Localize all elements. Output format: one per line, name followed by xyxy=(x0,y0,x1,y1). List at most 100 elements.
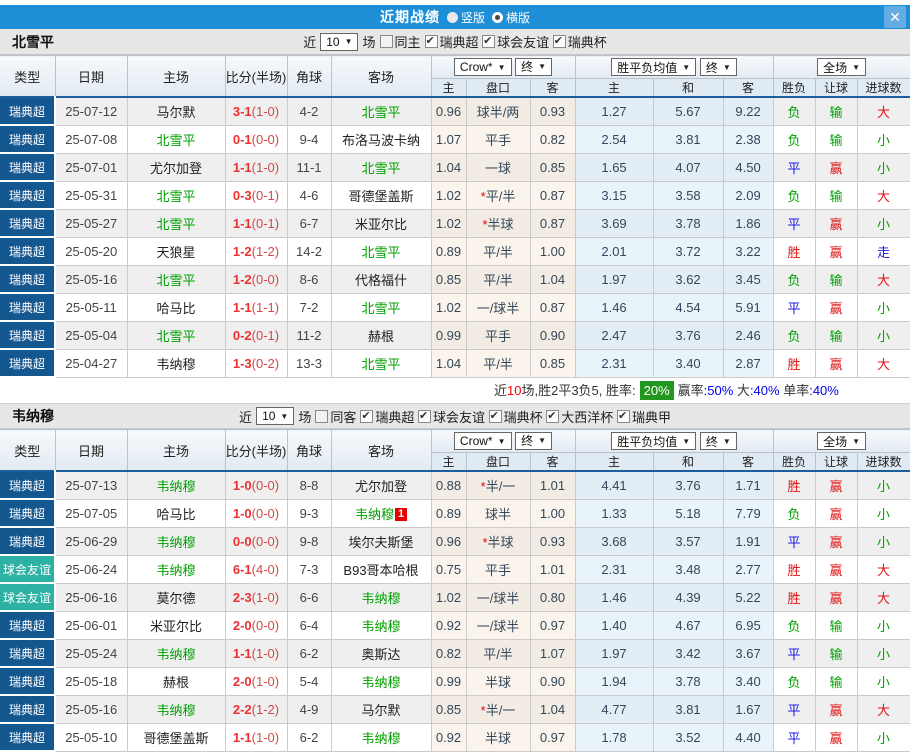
league-label: 瑞典超 xyxy=(375,409,415,425)
same-venue-checkbox-option[interactable]: 同客 xyxy=(315,407,356,426)
close-icon[interactable]: ✕ xyxy=(884,6,906,28)
odds-away: 0.87 xyxy=(529,292,576,322)
title-bar: 近期战绩 竖版 横版 ✕ xyxy=(0,5,910,29)
halftime-score: (1-0) xyxy=(251,589,280,605)
away-team-name: 赫根 xyxy=(367,328,394,344)
avg-draw: 3.58 xyxy=(652,180,724,210)
chevron-down-icon: ▼ xyxy=(852,62,861,72)
league-checkbox-option[interactable]: 球会友谊 xyxy=(418,407,485,426)
chevron-down-icon: ▼ xyxy=(538,62,547,72)
match-type: 球会友谊 xyxy=(0,555,56,584)
avg-home: 1.97 xyxy=(574,264,654,294)
handicap-cell: 半球 xyxy=(465,666,531,696)
recent-results-panel: 近期战绩 竖版 横版 ✕ 北雪平 近 10 ▼ 场 同主 ✔ 瑞典超 ✔ 球会友… xyxy=(0,0,910,752)
checkbox-unchecked-icon[interactable] xyxy=(315,409,329,423)
match-date: 25-07-12 xyxy=(54,96,128,126)
goals-result: 小 xyxy=(856,638,910,668)
handicap-result: 赢 xyxy=(814,554,858,584)
avg-draw: 3.78 xyxy=(652,666,724,696)
handicap-cell: 平/半 xyxy=(465,638,531,668)
away-team-name: 韦纳穆 xyxy=(361,590,401,606)
away-team-name: 布洛马波卡纳 xyxy=(341,132,420,148)
handicap-cell: 平/半 xyxy=(465,264,531,294)
league-label: 瑞典杯 xyxy=(567,35,607,50)
handicap-value: 一/球半 xyxy=(476,618,520,634)
checkbox-checked-icon[interactable] xyxy=(488,409,502,423)
handicap-result: 输 xyxy=(814,320,858,350)
checkbox-checked-icon[interactable] xyxy=(418,409,432,423)
fulltime-score: 3-1 xyxy=(232,103,252,119)
avg-final-select[interactable]: 终 ▼ xyxy=(699,58,737,76)
handicap-cell: *半球 xyxy=(465,208,531,238)
fulltime-score: 1-2 xyxy=(232,243,252,259)
handicap-cell: 平手 xyxy=(465,554,531,584)
match-count-select[interactable]: 10 ▼ xyxy=(320,32,359,51)
goals-result: 小 xyxy=(856,610,910,640)
wdl-result: 负 xyxy=(772,96,816,126)
handicap-result: 输 xyxy=(814,124,858,154)
avg-home: 1.97 xyxy=(574,638,654,668)
league-checkbox-option[interactable]: 瑞典超 xyxy=(424,32,479,51)
layout-horizontal-option[interactable]: 横版 xyxy=(492,9,530,26)
league-checkbox-option[interactable]: 大西洋杯 xyxy=(546,407,613,426)
odds-away: 0.93 xyxy=(529,526,576,556)
match-row: 瑞典超 25-05-16 北雪平 1-2(0-0) 8-6 代格福什 0.85 … xyxy=(0,264,910,294)
odds-away: 1.04 xyxy=(529,694,576,724)
odds-final-select[interactable]: 终 ▼ xyxy=(515,431,553,450)
match-date: 25-05-04 xyxy=(54,320,128,350)
layout-vertical-option[interactable]: 竖版 xyxy=(446,9,485,26)
halftime-score: (0-0) xyxy=(251,617,280,633)
fulltime-value: 全场 xyxy=(823,60,848,75)
home-team-cell: 米亚尔比 xyxy=(126,610,226,640)
away-team-name: B93哥本哈根 xyxy=(343,562,419,578)
score-cell: 0-1(0-0) xyxy=(224,124,288,154)
checkbox-checked-icon[interactable] xyxy=(482,34,496,48)
same-venue-checkbox-option[interactable]: 同主 xyxy=(379,32,421,51)
league-checkbox-option[interactable]: 瑞典甲 xyxy=(616,407,671,426)
league-checkbox-option[interactable]: 瑞典超 xyxy=(360,407,414,426)
radio-unchecked-icon[interactable] xyxy=(446,11,458,23)
checkbox-unchecked-icon[interactable] xyxy=(379,35,393,48)
bookmaker-select[interactable]: Crow* ▼ xyxy=(453,58,512,77)
summary-segment: 近 xyxy=(494,383,508,398)
handicap-value: 球半 xyxy=(484,506,511,522)
league-checkbox-option[interactable]: 瑞典杯 xyxy=(552,32,607,51)
team1-summary: 近10场,胜2平3负5, 胜率: 20% 赢率:50% 大:40% 单率:40% xyxy=(0,378,910,403)
wdl-result: 负 xyxy=(772,666,816,696)
match-count-select[interactable]: 10 ▼ xyxy=(256,407,295,425)
handicap-result: 赢 xyxy=(814,292,858,322)
wdl-result: 负 xyxy=(772,180,816,210)
radio-checked-icon[interactable] xyxy=(492,11,503,23)
checkbox-checked-icon[interactable] xyxy=(616,409,630,423)
home-team-name: 米亚尔比 xyxy=(149,618,202,634)
away-team-cell: 北雪平 xyxy=(330,152,432,182)
fulltime-select[interactable]: 全场 ▼ xyxy=(817,58,867,76)
avg-select[interactable]: 胜平负均值 ▼ xyxy=(611,58,697,76)
fulltime-select[interactable]: 全场 ▼ xyxy=(817,432,867,450)
team2-table-header: 类型 日期 主场 比分(半场) 角球 客场 Crow* ▼ 终 ▼ 胜平负均值 ▼ 终… xyxy=(0,429,910,472)
match-date: 25-05-16 xyxy=(54,694,128,724)
checkbox-checked-icon[interactable] xyxy=(552,34,566,48)
checkbox-checked-icon[interactable] xyxy=(546,409,560,423)
avg-draw: 3.48 xyxy=(652,554,724,584)
league-checkbox-option[interactable]: 球会友谊 xyxy=(482,32,549,51)
avg-away: 5.91 xyxy=(722,292,774,322)
match-date: 25-07-08 xyxy=(54,124,128,154)
fulltime-score: 1-2 xyxy=(232,271,252,287)
home-team-cell: 韦纳穆 xyxy=(126,694,226,724)
match-row: 瑞典超 25-07-13 韦纳穆 1-0(0-0) 8-8 尤尔加登 0.88 … xyxy=(0,470,910,500)
odds-final-value: 终 xyxy=(521,434,534,449)
bookmaker-select[interactable]: Crow* ▼ xyxy=(453,432,512,451)
avg-select[interactable]: 胜平负均值 ▼ xyxy=(611,432,697,450)
avg-final-select[interactable]: 终 ▼ xyxy=(699,432,737,450)
avg-draw: 3.42 xyxy=(652,638,724,668)
avg-final-value: 终 xyxy=(705,60,718,75)
corner-count: 9-4 xyxy=(286,124,332,154)
checkbox-checked-icon[interactable] xyxy=(360,409,374,423)
avg-draw: 3.81 xyxy=(652,694,724,724)
checkbox-checked-icon[interactable] xyxy=(424,34,438,48)
league-checkbox-option[interactable]: 瑞典杯 xyxy=(488,407,543,426)
match-date: 25-05-31 xyxy=(54,180,128,210)
score-cell: 2-0(1-0) xyxy=(224,666,288,696)
odds-final-select[interactable]: 终 ▼ xyxy=(515,57,553,76)
